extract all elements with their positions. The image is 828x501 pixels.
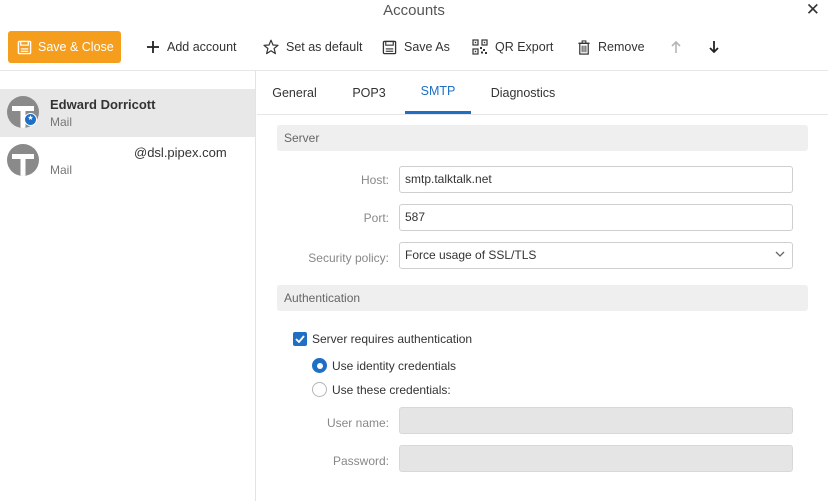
save-icon (17, 40, 32, 54)
save-close-label: Save & Close (38, 40, 114, 54)
set-default-label: Set as default (286, 40, 363, 54)
tab-pop3[interactable]: POP3 (345, 71, 393, 114)
move-down-button[interactable] (708, 31, 720, 63)
tab-smtp[interactable]: SMTP (405, 71, 471, 114)
use-identity-credentials-radio[interactable]: Use identity credentials (312, 358, 456, 373)
save-as-label: Save As (404, 40, 450, 54)
account-type: Mail (50, 115, 73, 129)
star-icon (263, 39, 279, 55)
remove-button[interactable]: Remove (577, 31, 645, 63)
qr-export-button[interactable]: QR Export (472, 31, 553, 63)
qr-code-icon (472, 39, 488, 55)
requires-auth-label: Server requires authentication (312, 332, 473, 346)
account-item-pipex[interactable]: @dsl.pipex.com Mail (0, 137, 255, 185)
tab-diagnostics[interactable]: Diagnostics (485, 71, 561, 114)
accounts-sidebar: ★ Edward Dorricott Mail @dsl.pipex.com M… (0, 71, 256, 501)
move-up-button[interactable] (670, 31, 682, 63)
security-policy-value: Force usage of SSL/TLS (405, 248, 537, 262)
arrow-up-icon (671, 40, 681, 53)
port-label: Port: (363, 211, 389, 225)
radio-unselected (312, 382, 327, 397)
password-field[interactable] (399, 445, 793, 472)
toolbar: Save & Close Add account Set as default … (0, 28, 828, 68)
save-as-button[interactable]: Save As (382, 31, 450, 63)
account-name: Edward Dorricott (50, 97, 156, 112)
set-default-button[interactable]: Set as default (263, 31, 362, 63)
window-title: Accounts (383, 2, 445, 19)
checkbox-checked (293, 332, 307, 346)
server-section-header: Server (277, 125, 808, 151)
account-item-edward[interactable]: ★ Edward Dorricott Mail (0, 89, 255, 137)
add-account-label: Add account (167, 40, 237, 54)
host-label: Host: (360, 173, 389, 187)
port-field[interactable]: 587 (399, 204, 793, 231)
username-label: User name: (326, 416, 389, 430)
qr-export-label: QR Export (495, 40, 554, 54)
close-icon[interactable]: ✕ (806, 0, 820, 20)
account-name: @dsl.pipex.com (134, 145, 227, 160)
security-policy-select[interactable]: Force usage of SSL/TLS (399, 242, 793, 269)
plus-icon (147, 41, 159, 53)
username-field[interactable] (399, 407, 793, 434)
checkmark-icon (295, 335, 305, 343)
use-these-credentials-radio[interactable]: Use these credentials: (312, 382, 451, 397)
use-these-credentials-label: Use these credentials: (332, 382, 451, 397)
title-bar: Accounts ✕ (0, 0, 828, 24)
chevron-down-icon (775, 251, 785, 257)
password-label: Password: (332, 454, 389, 468)
person-icon (12, 154, 34, 176)
trash-icon (578, 39, 590, 55)
use-identity-credentials-label: Use identity credentials (332, 358, 457, 373)
save-close-button[interactable]: Save & Close (8, 31, 121, 63)
host-field[interactable]: smtp.talktalk.net (399, 166, 793, 193)
tab-general[interactable]: General (267, 71, 322, 114)
avatar (7, 144, 39, 176)
remove-label: Remove (598, 40, 645, 54)
security-policy-label: Security policy: (308, 251, 389, 265)
requires-auth-checkbox[interactable]: Server requires authentication (293, 332, 472, 346)
default-star-icon: ★ (24, 113, 37, 126)
authentication-section-header: Authentication (277, 285, 808, 311)
arrow-down-icon (709, 41, 719, 54)
account-type: Mail (50, 163, 73, 177)
settings-tabs: General POP3 SMTP Diagnostics (257, 71, 828, 115)
add-account-button[interactable]: Add account (146, 31, 237, 63)
radio-selected (312, 358, 327, 373)
save-as-icon (382, 40, 397, 54)
